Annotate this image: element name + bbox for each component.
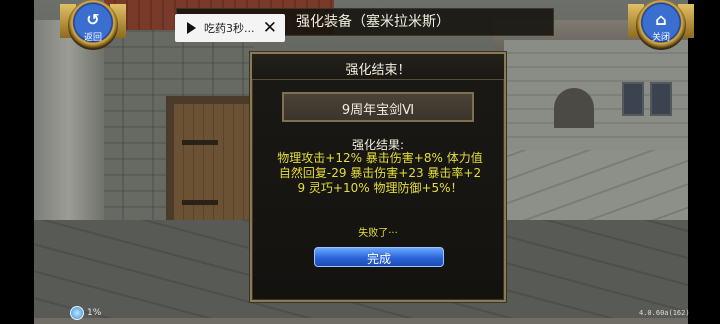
result-stats: 物理攻击+12% 暴击伤害+8% 体力值 自然回复-29 暴击伤害+23 暴击率… <box>260 151 500 196</box>
result-line: 9 灵巧+10% 物理防御+5%！ <box>297 181 463 195</box>
cobblestone-right <box>504 150 688 230</box>
item-name-box: 9周年宝剑Ⅵ <box>282 92 474 122</box>
building-window <box>650 82 672 116</box>
home-icon: ⌂ <box>655 10 667 29</box>
result-line: 物理攻击+12% 暴击伤害+8% 体力值 <box>277 151 483 165</box>
back-arrow-icon: ↺ <box>86 10 100 29</box>
enhance-result-dialog: 强化结束！ 9周年宝剑Ⅵ 强化结果: 物理攻击+12% 暴击伤害+8% 体力值 … <box>250 52 506 302</box>
item-name: 9周年宝剑Ⅵ <box>341 103 415 118</box>
close-icon[interactable]: ✕ <box>263 17 277 39</box>
door-hinge <box>182 140 218 145</box>
building-window <box>622 82 644 116</box>
back-button[interactable]: ↺ 返回 <box>60 0 126 54</box>
exp-icon <box>70 306 84 320</box>
window-title: 强化装备（塞米拉米斯） <box>296 14 450 30</box>
close-label: 关闭 <box>651 33 670 43</box>
door-hinge <box>182 200 218 205</box>
left-letterbox <box>0 0 34 324</box>
exp-percent: 1% <box>87 308 102 318</box>
exp-bar <box>34 318 688 324</box>
notification-text: 吃药3秒... <box>204 22 255 35</box>
dialog-header: 强化结束！ <box>252 54 504 80</box>
dialog-title: 强化结束！ <box>345 63 411 78</box>
back-label: 返回 <box>83 33 102 43</box>
close-button[interactable]: ⌂ 关闭 <box>628 0 694 54</box>
play-icon <box>187 22 196 34</box>
confirm-button[interactable]: 完成 <box>314 247 444 267</box>
version-text: 4.0.60a(162) <box>639 309 690 317</box>
result-line: 自然回复-29 暴击伤害+23 暴击率+2 <box>278 166 482 180</box>
notification-chip[interactable]: 吃药3秒... ✕ <box>175 14 285 42</box>
building-arch <box>554 88 594 128</box>
status-text: 失败了··· <box>358 228 398 239</box>
confirm-label: 完成 <box>366 252 391 266</box>
